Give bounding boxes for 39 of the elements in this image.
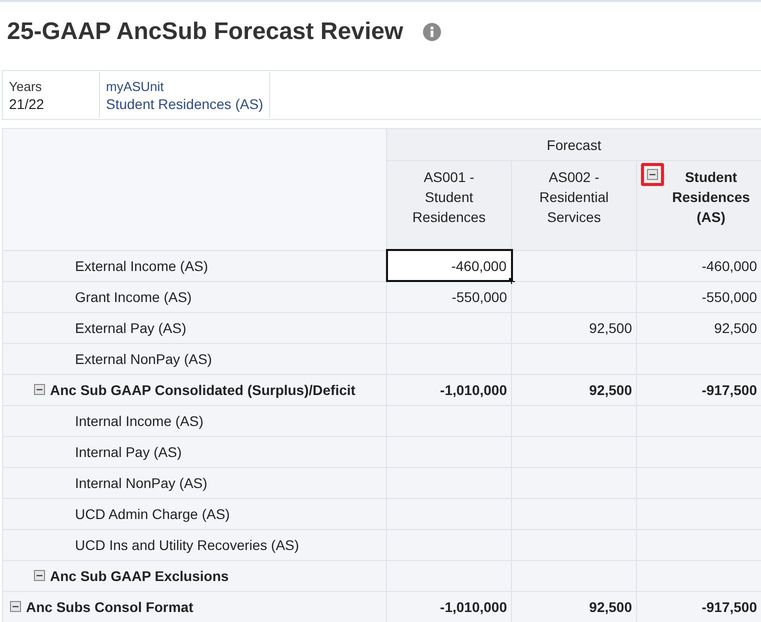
column-label: AS002 - Residential Services bbox=[539, 168, 609, 227]
collapse-icon[interactable] bbox=[647, 169, 658, 180]
data-cell[interactable]: 92,500 bbox=[512, 591, 636, 622]
data-cell[interactable]: -917,500 bbox=[636, 374, 761, 405]
row-label: Grant Income (AS) bbox=[75, 288, 192, 304]
row-label: Internal NonPay (AS) bbox=[75, 474, 208, 490]
column-group-header: Forecast bbox=[386, 128, 761, 160]
data-cell[interactable]: -460,000 bbox=[636, 250, 761, 281]
dimension-label: myASUnit bbox=[106, 78, 165, 94]
column-label: AS001 - Student Residences bbox=[412, 168, 486, 227]
data-cell[interactable]: 92,500 bbox=[512, 374, 636, 405]
data-cell[interactable] bbox=[512, 250, 636, 281]
collapse-icon[interactable] bbox=[34, 570, 45, 581]
data-cell[interactable]: -917,500 bbox=[636, 591, 761, 622]
dimension-value[interactable]: Student Residences (AS) bbox=[106, 96, 264, 112]
row-label: UCD Admin Charge (AS) bbox=[75, 506, 230, 522]
row-label: External Income (AS) bbox=[75, 258, 208, 274]
dimension-value[interactable]: 21/22 bbox=[9, 96, 93, 112]
data-cell[interactable]: -550,000 bbox=[636, 281, 761, 312]
data-cell[interactable]: -1,010,000 bbox=[386, 374, 512, 405]
data-cell[interactable] bbox=[512, 281, 636, 312]
row-label: Anc Subs Consol Format bbox=[26, 598, 194, 614]
data-cell[interactable]: 92,500 bbox=[512, 312, 636, 343]
row-label: UCD Ins and Utility Recoveries (AS) bbox=[75, 536, 300, 552]
data-cell[interactable]: 92,500 bbox=[636, 312, 761, 343]
row-label: Internal Income (AS) bbox=[75, 412, 204, 428]
collapse-icon[interactable] bbox=[10, 601, 21, 612]
row-label: External Pay (AS) bbox=[75, 320, 186, 336]
dimension-label: Years bbox=[9, 78, 43, 94]
collapse-icon[interactable] bbox=[34, 384, 45, 395]
row-label: Anc Sub GAAP Consolidated (Surplus)/Deficit bbox=[50, 382, 356, 398]
row-label: Internal Pay (AS) bbox=[75, 444, 182, 460]
page-title: 25-GAAP AncSub Forecast Review bbox=[7, 18, 404, 46]
row-label: Anc Sub GAAP Exclusions bbox=[50, 568, 229, 584]
row-label: External NonPay (AS) bbox=[75, 350, 212, 366]
info-icon[interactable] bbox=[423, 23, 442, 41]
column-label: Student Residences (AS) bbox=[672, 168, 750, 227]
data-cell[interactable]: -1,010,000 bbox=[386, 591, 512, 622]
data-cell[interactable]: -550,000 bbox=[386, 281, 512, 312]
